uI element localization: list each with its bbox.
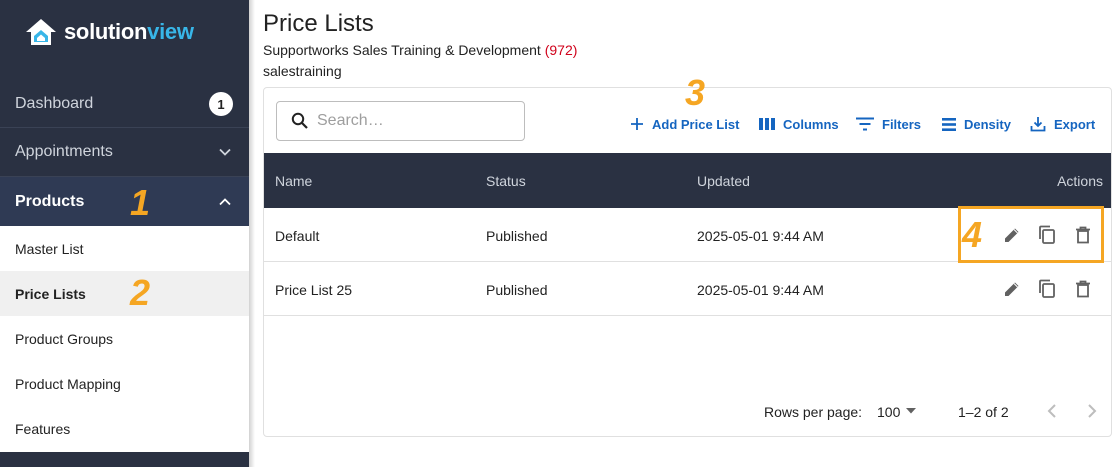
search-box[interactable]	[276, 101, 525, 141]
cell-status: Published	[486, 281, 548, 298]
annotation-marker-3: 3	[685, 72, 706, 113]
products-submenu: Master List Price Lists Product Groups P…	[0, 226, 249, 452]
add-price-list-label: Add Price List	[652, 116, 740, 132]
org-name: Supportworks Sales Training & Developmen…	[263, 42, 541, 58]
plus-icon	[631, 118, 643, 130]
sidebar-item-label: Dashboard	[15, 94, 94, 112]
annotation-marker-4: 4	[962, 214, 983, 255]
chevron-down-icon	[219, 148, 231, 156]
sidebar-item-label: Appointments	[15, 143, 113, 160]
submenu-item-product-mapping[interactable]: Product Mapping	[0, 361, 249, 406]
rows-per-page-select[interactable]: 100	[877, 404, 900, 420]
delete-button[interactable]	[1072, 278, 1094, 300]
page-title: Price Lists	[263, 10, 374, 37]
submenu-item-features[interactable]: Features	[0, 406, 249, 451]
sidebar-shadow	[249, 0, 255, 467]
next-page-icon[interactable]	[1086, 402, 1098, 420]
sidebar-item-label: Products	[15, 192, 85, 210]
sidebar: solutionview Dashboard 1 Appointments Pr…	[0, 0, 249, 467]
column-header-updated[interactable]: Updated	[697, 153, 750, 208]
search-input[interactable]	[317, 112, 507, 130]
filter-icon	[856, 117, 874, 131]
annotation-marker-1: 1	[130, 182, 151, 223]
density-label: Density	[964, 116, 1011, 132]
notification-badge: 1	[209, 92, 233, 116]
column-header-name[interactable]: Name	[275, 153, 312, 208]
org-info: Supportworks Sales Training & Developmen…	[263, 42, 577, 58]
dropdown-arrow-icon[interactable]	[906, 408, 916, 414]
org-phone: (972)	[544, 42, 578, 58]
username: salestraining	[263, 63, 342, 79]
filters-label: Filters	[882, 116, 922, 132]
submenu-item-price-lists[interactable]: Price Lists	[0, 271, 249, 316]
columns-label: Columns	[783, 116, 839, 132]
cell-updated: 2025-05-01 9:44 AM	[697, 281, 824, 298]
density-button[interactable]: Density	[942, 114, 1011, 134]
chevron-up-icon	[219, 197, 231, 205]
sidebar-item-appointments[interactable]: Appointments	[0, 128, 249, 177]
rows-per-page-label: Rows per page:	[764, 404, 863, 420]
column-header-actions: Actions	[1057, 172, 1103, 189]
price-lists-panel: Add Price List Columns Filters Density E…	[263, 87, 1112, 437]
pagination: Rows per page: 100 1–2 of 2	[264, 388, 1111, 436]
house-logo-icon	[26, 19, 56, 45]
submenu-item-master-list[interactable]: Master List	[0, 226, 249, 271]
columns-icon	[759, 118, 775, 130]
previous-page-icon[interactable]	[1046, 402, 1058, 420]
column-header-status[interactable]: Status	[486, 153, 526, 208]
cell-name: Default	[275, 227, 320, 244]
pencil-icon	[1005, 282, 1019, 296]
duplicate-button[interactable]	[1036, 278, 1058, 300]
search-icon	[291, 112, 308, 129]
export-button[interactable]: Export	[1030, 114, 1095, 134]
brand-logo[interactable]: solutionview	[24, 14, 194, 50]
edit-button[interactable]	[1001, 278, 1023, 300]
columns-button[interactable]: Columns	[759, 114, 839, 134]
pagination-range: 1–2 of 2	[958, 404, 1009, 420]
table-row[interactable]: Price List 25 Published 2025-05-01 9:44 …	[264, 263, 1111, 316]
cell-status: Published	[486, 227, 548, 244]
filters-button[interactable]: Filters	[856, 114, 921, 134]
export-label: Export	[1054, 116, 1096, 132]
annotation-marker-2: 2	[130, 272, 151, 313]
cell-name: Price List 25	[275, 281, 353, 298]
add-price-list-button[interactable]: Add Price List	[630, 114, 739, 134]
density-icon	[942, 117, 956, 131]
trash-icon	[1076, 280, 1090, 298]
cell-updated: 2025-05-01 9:44 AM	[697, 227, 824, 244]
table-header: Name Status Updated Actions	[264, 153, 1111, 208]
brand-name: solutionview	[64, 19, 194, 44]
submenu-item-product-groups[interactable]: Product Groups	[0, 316, 249, 361]
export-icon	[1030, 117, 1046, 132]
sidebar-item-products[interactable]: Products	[0, 177, 249, 226]
copy-icon	[1039, 279, 1055, 298]
sidebar-item-dashboard[interactable]: Dashboard 1	[0, 80, 249, 128]
